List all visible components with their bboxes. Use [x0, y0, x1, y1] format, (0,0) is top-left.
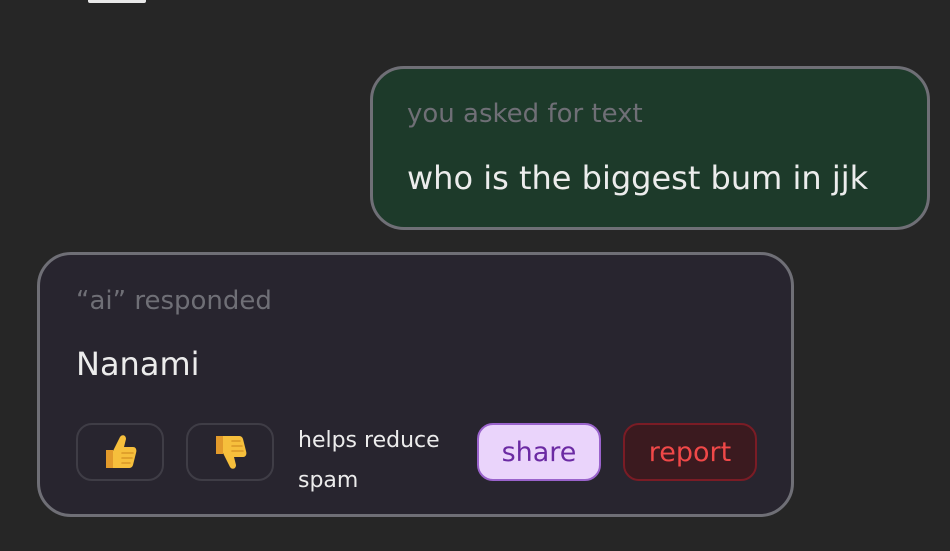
ai-message-text: Nanami	[76, 345, 200, 383]
user-message-caption: you asked for text	[407, 99, 643, 129]
thumbs-down-button[interactable]	[186, 423, 274, 481]
ai-message-bubble: “ai” responded Nanami helps reduce spam …	[37, 252, 794, 517]
report-button[interactable]: report	[623, 423, 757, 481]
thumbs-up-icon	[102, 433, 138, 471]
thumbs-down-icon	[212, 433, 248, 471]
ai-message-caption: “ai” responded	[76, 286, 272, 316]
user-message-text: who is the biggest bum in jjk	[407, 159, 869, 197]
spam-help-note: helps reduce spam	[298, 428, 440, 493]
thumbs-up-button[interactable]	[76, 423, 164, 481]
user-message-bubble: you asked for text who is the biggest bu…	[370, 66, 930, 230]
share-button[interactable]: share	[477, 423, 601, 481]
top-edge-fragment	[88, 0, 146, 3]
feedback-action-row: helps reduce spam share report	[76, 421, 757, 493]
